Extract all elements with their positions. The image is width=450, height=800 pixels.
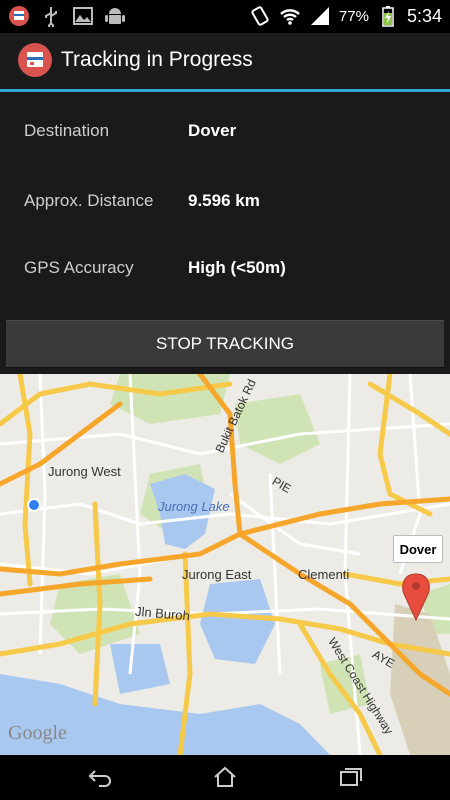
- usb-icon: [45, 7, 57, 27]
- action-bar-divider: [0, 89, 450, 92]
- distance-value: 9.596 km: [188, 191, 260, 210]
- recent-apps-icon: [340, 768, 362, 786]
- clock: 5:34: [406, 5, 442, 26]
- destination-marker-callout[interactable]: Dover: [393, 535, 443, 563]
- signal-icon: [310, 7, 329, 25]
- home-button[interactable]: [205, 758, 245, 796]
- map-label-jurong-east: Jurong East: [182, 567, 252, 582]
- wifi-icon: [280, 9, 300, 25]
- home-icon: [214, 766, 236, 787]
- image-icon: [73, 7, 93, 25]
- page-title: Tracking in Progress: [61, 48, 253, 71]
- back-icon: [88, 770, 111, 787]
- status-bar: 77% 5:34: [0, 0, 450, 33]
- app-notification-icon: [9, 6, 29, 26]
- distance-label: Approx. Distance: [24, 191, 154, 210]
- map-view[interactable]: Jurong West Jurong Lake Jurong East Clem…: [0, 374, 450, 755]
- android-debug-icon: [105, 8, 125, 24]
- app-logo-icon[interactable]: [18, 43, 52, 77]
- google-attribution: Google: [8, 722, 67, 744]
- gps-accuracy-value: High (<50m): [188, 258, 286, 277]
- destination-label: Destination: [24, 121, 110, 140]
- vibrate-icon: [251, 6, 269, 26]
- map-label-jurong-lake: Jurong Lake: [158, 499, 230, 514]
- map-label-jurong-west: Jurong West: [48, 464, 121, 479]
- gps-accuracy-label: GPS Accuracy: [24, 258, 134, 277]
- map-label-clementi: Clementi: [298, 567, 350, 582]
- recent-apps-button[interactable]: [330, 758, 370, 796]
- back-button[interactable]: [80, 758, 120, 796]
- destination-value: Dover: [188, 121, 237, 140]
- battery-percent: 77%: [338, 7, 369, 25]
- stop-tracking-button[interactable]: STOP TRACKING: [6, 320, 444, 368]
- battery-charging-icon: [382, 6, 394, 27]
